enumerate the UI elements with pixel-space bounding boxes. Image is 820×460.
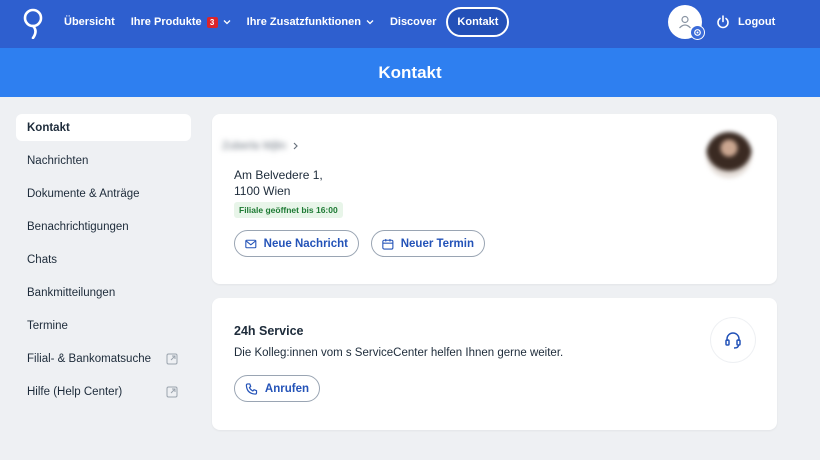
opening-status-badge: Filiale geöffnet bis 16:00 [234, 202, 343, 218]
new-message-label: Neue Nachricht [263, 237, 348, 250]
sidebar-item-hilfe[interactable]: Hilfe (Help Center) [16, 378, 191, 405]
sidebar-item-dokumente[interactable]: Dokumente & Anträge [16, 180, 191, 207]
mail-icon [245, 239, 257, 248]
sidebar-item-label: Termine [27, 319, 68, 332]
profile-avatar-button[interactable] [668, 5, 705, 40]
sidebar: Kontakt Nachrichten Dokumente & Anträge … [16, 114, 191, 411]
settings-icon [690, 25, 705, 40]
service-card: 24h Service Die Kolleg:innen vom s Servi… [212, 298, 777, 430]
sidebar-item-label: Bankmitteilungen [27, 286, 116, 299]
nav-links: Übersicht Ihre Produkte 3 Ihre Zusatzfun… [56, 0, 510, 44]
advisor-name: Zuberla Wjlin [222, 140, 287, 152]
call-label: Anrufen [264, 382, 309, 395]
nav-item-zusatzfunktionen[interactable]: Ihre Zusatzfunktionen [239, 7, 382, 37]
sidebar-item-kontakt[interactable]: Kontakt [16, 114, 191, 141]
sidebar-item-label: Nachrichten [27, 154, 89, 167]
sidebar-item-label: Benachrichtigungen [27, 220, 129, 233]
new-appointment-button[interactable]: Neuer Termin [371, 230, 485, 257]
headset-icon [711, 318, 755, 362]
sidebar-item-filialsuche[interactable]: Filial- & Bankomatsuche [16, 345, 191, 372]
power-icon [717, 15, 729, 29]
nav-item-label: Kontakt [457, 16, 499, 28]
sidebar-item-label: Chats [27, 253, 58, 266]
nav-item-label: Ihre Zusatzfunktionen [246, 16, 361, 28]
sidebar-item-label: Kontakt [27, 121, 70, 134]
logout-button[interactable]: Logout [716, 12, 775, 32]
address-line-street: Am Belvedere 1, [234, 168, 323, 182]
sidebar-item-nachrichten[interactable]: Nachrichten [16, 147, 191, 174]
sidebar-item-chats[interactable]: Chats [16, 246, 191, 273]
nav-item-label: Ihre Produkte [130, 16, 202, 28]
nav-item-discover[interactable]: Discover [382, 7, 444, 37]
address-line-city: 1100 Wien [234, 184, 291, 198]
advisor-photo [706, 132, 752, 178]
advisor-card: Zuberla Wjlin Am Belvedere 1, 1100 Wien … [212, 114, 777, 284]
new-message-button[interactable]: Neue Nachricht [234, 230, 359, 257]
sidebar-item-bankmitteilungen[interactable]: Bankmitteilungen [16, 279, 191, 306]
branch-address: Am Belvedere 1, 1100 Wien [234, 167, 323, 199]
chevron-right-icon [293, 142, 299, 150]
sidebar-item-label: Hilfe (Help Center) [27, 385, 123, 398]
nav-item-produkte[interactable]: Ihre Produkte 3 [123, 7, 239, 37]
page-title: Kontakt [378, 62, 442, 82]
nav-item-uebersicht[interactable]: Übersicht [56, 7, 123, 37]
chevron-down-icon [366, 20, 374, 25]
new-appointment-label: Neuer Termin [400, 237, 474, 250]
sidebar-item-benachrichtigungen[interactable]: Benachrichtigungen [16, 213, 191, 240]
sidebar-item-label: Dokumente & Anträge [27, 187, 140, 200]
phone-icon [245, 382, 258, 395]
external-link-icon [166, 353, 178, 365]
nav-item-label: Discover [389, 16, 437, 28]
sidebar-item-termine[interactable]: Termine [16, 312, 191, 339]
advisor-name-link[interactable]: Zuberla Wjlin [222, 140, 299, 152]
call-button[interactable]: Anrufen [234, 375, 320, 402]
calendar-icon [382, 238, 394, 250]
logout-label: Logout [738, 16, 776, 28]
top-navigation: Übersicht Ihre Produkte 3 Ihre Zusatzfun… [0, 0, 820, 48]
service-description: Die Kolleg:innen vom s ServiceCenter hel… [234, 347, 564, 359]
sidebar-item-label: Filial- & Bankomatsuche [27, 352, 151, 365]
external-link-icon [166, 386, 178, 398]
nav-item-kontakt[interactable]: Kontakt [446, 7, 510, 37]
nav-item-label: Übersicht [64, 16, 115, 28]
page-header: Kontakt [0, 48, 820, 97]
products-count-badge: 3 [206, 16, 218, 28]
logo-icon[interactable] [22, 7, 44, 39]
chevron-down-icon [223, 20, 231, 25]
service-title: 24h Service [234, 324, 304, 338]
